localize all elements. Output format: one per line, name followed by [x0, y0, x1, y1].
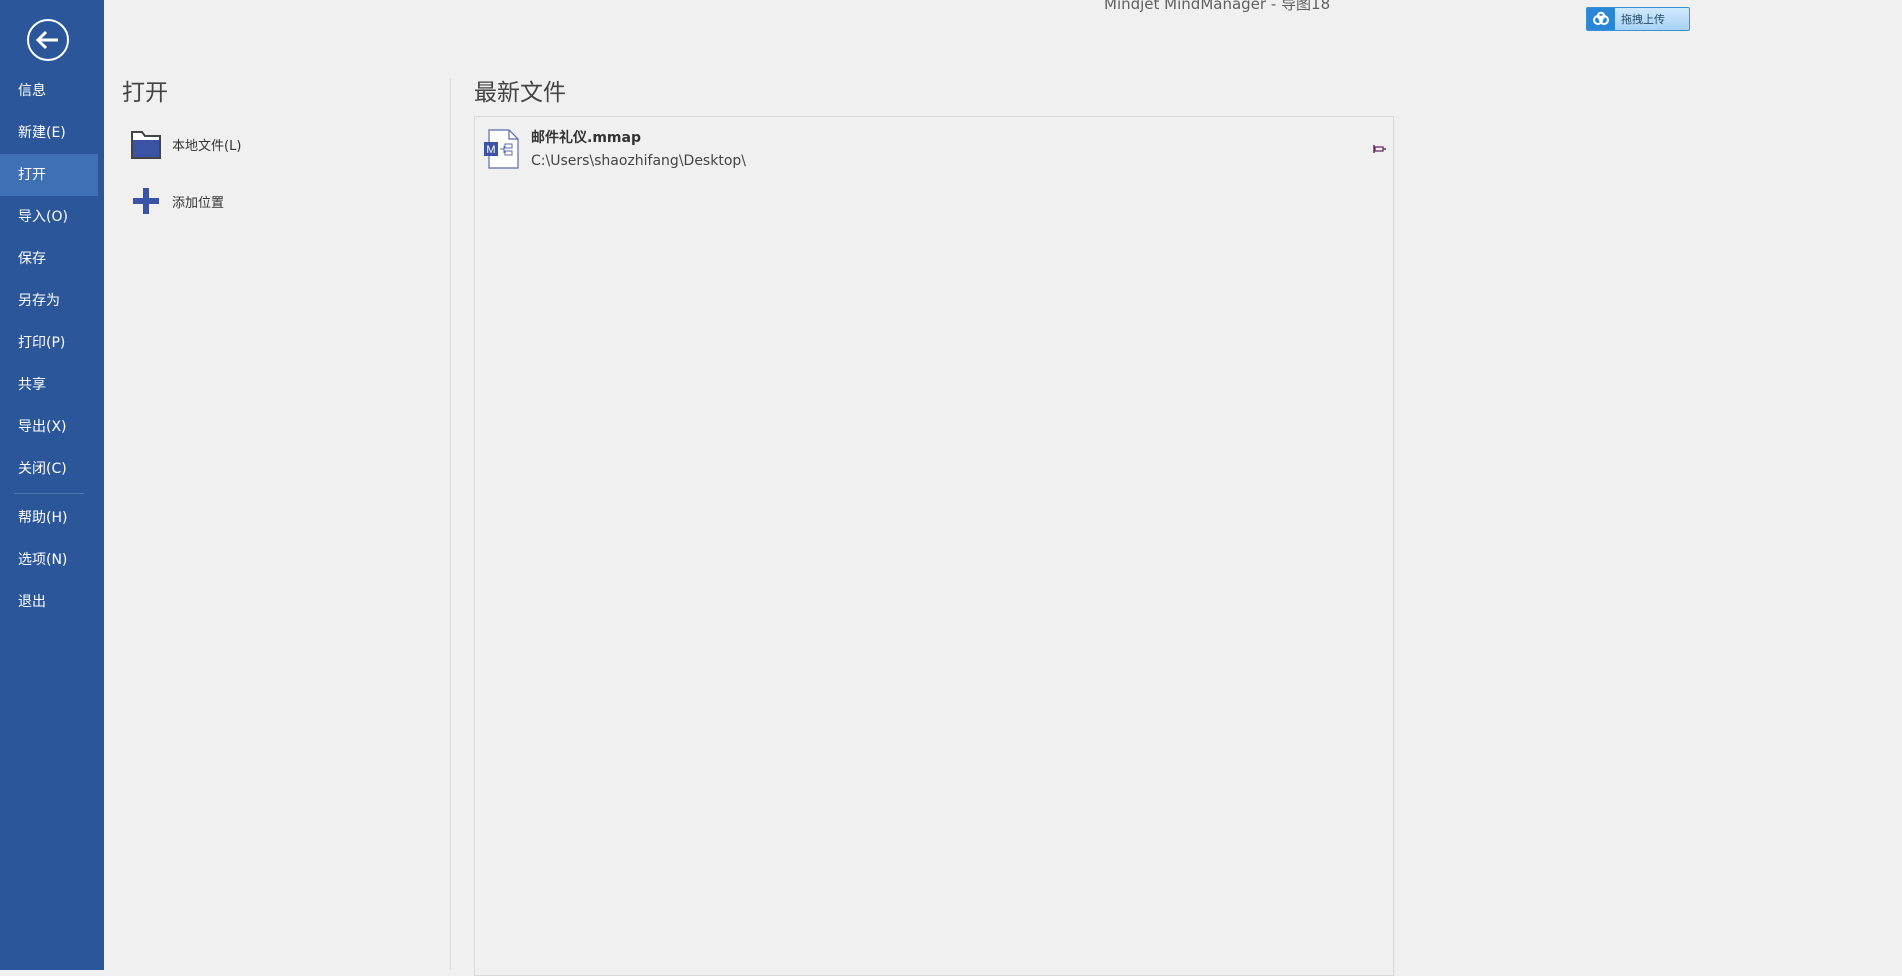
nav-item-info[interactable]: 信息 — [0, 70, 104, 112]
nav-item-new[interactable]: 新建(E) — [0, 112, 104, 154]
recent-files-list: M 邮件礼仪.mmap C:\Users\shaozhifang\Desktop… — [474, 116, 1394, 976]
svg-text:M: M — [486, 144, 495, 156]
nav-item-import[interactable]: 导入(O) — [0, 196, 104, 238]
local-file-location[interactable]: 本地文件(L) — [130, 128, 241, 160]
pin-icon[interactable] — [1371, 141, 1387, 157]
cloud-icon — [1587, 8, 1615, 30]
nav-item-share[interactable]: 共享 — [0, 364, 104, 406]
back-button[interactable] — [26, 18, 70, 62]
recent-file-item[interactable]: M 邮件礼仪.mmap C:\Users\shaozhifang\Desktop… — [475, 117, 1393, 173]
open-title: 打开 — [122, 80, 168, 106]
nav-item-exit[interactable]: 退出 — [0, 581, 104, 623]
nav-item-save-as[interactable]: 另存为 — [0, 280, 104, 322]
nav-item-export[interactable]: 导出(X) — [0, 406, 104, 448]
nav-item-options[interactable]: 选项(N) — [0, 539, 104, 581]
nav-item-open[interactable]: 打开 — [0, 154, 98, 196]
mmap-file-icon: M — [484, 129, 519, 169]
drag-upload-label: 拖拽上传 — [1621, 13, 1665, 26]
recent-file-path: C:\Users\shaozhifang\Desktop\ — [531, 153, 746, 169]
nav-item-save[interactable]: 保存 — [0, 238, 104, 280]
back-arrow-icon — [27, 19, 69, 61]
recent-file-name: 邮件礼仪.mmap — [531, 130, 641, 146]
add-location-label: 添加位置 — [172, 195, 225, 211]
plus-icon — [133, 188, 159, 214]
drag-upload-button[interactable]: 拖拽上传 — [1586, 7, 1690, 31]
window-title: Mindjet MindManager - 导图18 — [1104, 0, 1331, 13]
backstage-nav: 信息 新建(E) 打开 导入(O) 保存 另存为 打印(P) 共享 导出(X) … — [0, 70, 104, 623]
local-file-label: 本地文件(L) — [172, 138, 242, 154]
add-location[interactable]: 添加位置 — [130, 185, 224, 217]
backstage-sidebar: 信息 新建(E) 打开 导入(O) 保存 另存为 打印(P) 共享 导出(X) … — [0, 0, 104, 970]
nav-item-close[interactable]: 关闭(C) — [0, 448, 104, 490]
nav-item-help[interactable]: 帮助(H) — [0, 497, 104, 539]
open-locations-panel: 打开 本地文件(L) 添加位置 — [104, 0, 450, 970]
panel-divider — [450, 78, 451, 970]
nav-item-print[interactable]: 打印(P) — [0, 322, 104, 364]
recent-files-title: 最新文件 — [474, 80, 566, 106]
folder-icon — [131, 131, 161, 159]
nav-divider — [14, 493, 84, 494]
